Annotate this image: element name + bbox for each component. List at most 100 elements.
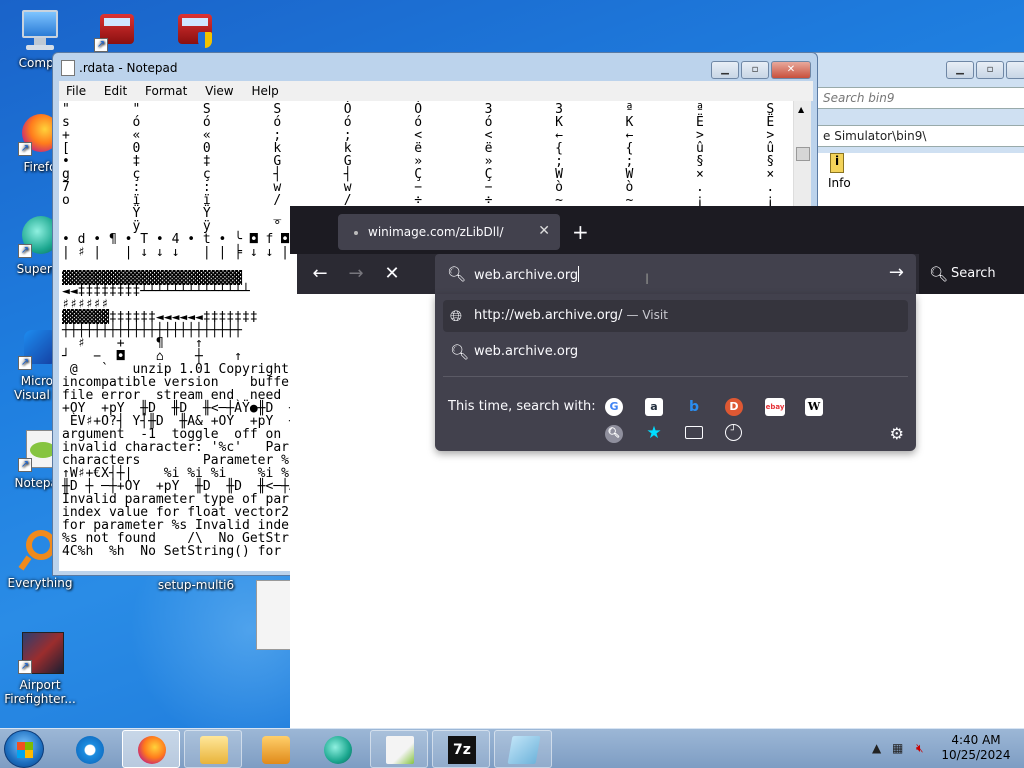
start-button[interactable] bbox=[4, 730, 44, 768]
maximize-button[interactable]: ▫ bbox=[976, 61, 1004, 79]
desktop-icon-firetruck-shield[interactable] bbox=[154, 8, 234, 56]
google-engine-icon[interactable]: G bbox=[605, 398, 623, 416]
notepad-icon bbox=[61, 60, 75, 76]
duckduckgo-engine-icon[interactable]: D bbox=[725, 398, 743, 416]
suggestion-search[interactable]: 🔍︎ web.archive.org bbox=[443, 336, 908, 368]
notepad-icon bbox=[507, 736, 541, 764]
desktop-icon-label: Airport Firefighter... bbox=[4, 678, 76, 706]
firefox-icon bbox=[138, 736, 166, 764]
airport-firefighter-icon: ↗ bbox=[18, 630, 64, 674]
menu-view[interactable]: View bbox=[198, 81, 240, 101]
info-label: Info bbox=[828, 176, 851, 190]
go-arrow-icon[interactable]: → bbox=[889, 262, 904, 283]
forward-arrow-icon[interactable]: → bbox=[343, 261, 369, 287]
close-tab-icon[interactable]: ✕ bbox=[538, 223, 550, 239]
back-arrow-icon[interactable]: ← bbox=[307, 261, 333, 287]
taskbar-internet-explorer[interactable] bbox=[60, 730, 118, 768]
close-button[interactable] bbox=[1006, 61, 1024, 79]
folder-icon bbox=[200, 736, 228, 764]
explorer-search-input[interactable]: Search bin9 bbox=[816, 87, 1024, 109]
menu-file[interactable]: File bbox=[59, 81, 93, 101]
search-with-label: This time, search with: bbox=[448, 399, 596, 414]
taskbar: 7z ▲ ▦ 🔇︎ 4:40 AM 10/25/2024 bbox=[0, 728, 1024, 768]
close-button[interactable]: ✕ bbox=[771, 61, 811, 79]
explorer-window[interactable]: ▁ ▫ Search bin9 e Simulator\bin9\ i Info bbox=[805, 52, 1024, 223]
taskbar-explorer[interactable] bbox=[184, 730, 242, 768]
divider bbox=[443, 376, 908, 377]
gear-icon[interactable]: ⚙ bbox=[890, 424, 904, 443]
firetruck-icon: ↗ bbox=[94, 8, 138, 52]
system-tray: ▲ ▦ 🔇︎ 4:40 AM 10/25/2024 bbox=[866, 729, 1024, 768]
taskbar-supermium[interactable] bbox=[308, 730, 366, 768]
volume-muted-icon[interactable]: 🔇︎ bbox=[916, 741, 924, 756]
amazon-engine-icon[interactable]: a bbox=[645, 398, 663, 416]
search-box[interactable]: 🔍︎ Search bbox=[919, 254, 1024, 294]
desktop-icon-label: setup-multi6 bbox=[157, 578, 235, 592]
scrollbar-thumb[interactable] bbox=[796, 147, 810, 161]
tab-winimage[interactable]: winimage.com/zLibDll/ ✕ bbox=[338, 214, 560, 250]
explorer-address-bar[interactable]: e Simulator\bin9\ bbox=[816, 125, 1024, 147]
media-player-icon bbox=[262, 736, 290, 764]
taskbar-media-player[interactable] bbox=[246, 730, 304, 768]
desktop-icon-label: Everything bbox=[7, 576, 73, 590]
minimize-button[interactable]: ▁ bbox=[946, 61, 974, 79]
bing-engine-icon[interactable]: b bbox=[685, 398, 703, 416]
new-tab-icon[interactable]: + bbox=[572, 220, 589, 244]
menu-bar: File Edit Format View Help bbox=[59, 81, 813, 101]
taskbar-notepad-plus[interactable] bbox=[370, 730, 428, 768]
tab-loading-icon bbox=[354, 231, 358, 235]
globe-icon: 🌐︎ bbox=[450, 307, 463, 325]
firefox-window[interactable]: winimage.com/zLibDll/ ✕ + ← → ✕ 🔍︎ web.a… bbox=[290, 206, 1024, 730]
tab-strip: winimage.com/zLibDll/ ✕ + bbox=[290, 206, 1024, 254]
suggestion-text: web.archive.org bbox=[474, 344, 579, 359]
minimize-button[interactable]: ▁ bbox=[711, 61, 739, 79]
menu-format[interactable]: Format bbox=[138, 81, 194, 101]
show-hidden-icons-icon[interactable]: ▲ bbox=[872, 741, 881, 755]
explorer-window-controls: ▁ ▫ bbox=[946, 61, 1024, 79]
url-suggestions-dropdown: 🌐︎ http://web.archive.org/ — Visit 🔍︎ we… bbox=[435, 294, 916, 451]
firetruck-shield-icon bbox=[172, 8, 216, 52]
notepad-plus-icon bbox=[386, 736, 414, 764]
menu-edit[interactable]: Edit bbox=[97, 81, 134, 101]
url-bar[interactable]: 🔍︎ web.archive.org → bbox=[435, 254, 916, 294]
menu-help[interactable]: Help bbox=[244, 81, 285, 101]
bookmarks-search-icon[interactable]: 🔍︎ bbox=[605, 425, 623, 443]
url-input[interactable]: web.archive.org bbox=[474, 266, 580, 283]
search-box-icon: 🔍︎ bbox=[929, 265, 949, 283]
computer-icon bbox=[18, 8, 62, 52]
text-caret bbox=[578, 266, 580, 282]
taskbar-notepad[interactable] bbox=[494, 730, 552, 768]
clock-time: 4:40 AM bbox=[951, 733, 1001, 747]
internet-explorer-icon bbox=[76, 736, 104, 764]
windows-logo-icon bbox=[17, 742, 33, 758]
scroll-up-arrow-icon[interactable]: ▲ bbox=[798, 105, 804, 114]
info-icon: i bbox=[830, 153, 844, 173]
taskbar-7zip[interactable]: 7z bbox=[432, 730, 490, 768]
search-icon: 🔍︎ bbox=[450, 343, 470, 361]
desktop-icon-firetruck[interactable]: ↗ bbox=[76, 8, 156, 56]
star-icon[interactable]: ★ bbox=[645, 424, 663, 442]
suggestion-text: http://web.archive.org/ bbox=[474, 308, 623, 323]
history-clock-icon[interactable]: ┘ bbox=[725, 424, 742, 441]
7zip-icon: 7z bbox=[448, 736, 476, 764]
ibeam-cursor-icon: I bbox=[645, 272, 650, 288]
suggestion-visit[interactable]: 🌐︎ http://web.archive.org/ — Visit bbox=[443, 300, 908, 332]
desktop-icon-airport-firefighter[interactable]: ↗ Airport Firefighter... bbox=[0, 630, 80, 706]
notepad-window-controls: ▁ ▫ ✕ bbox=[711, 61, 811, 79]
search-box-label: Search bbox=[951, 266, 996, 281]
taskbar-firefox[interactable] bbox=[122, 730, 180, 768]
clock[interactable]: 4:40 AM 10/25/2024 bbox=[940, 733, 1012, 763]
url-text: web.archive.org bbox=[474, 268, 579, 283]
tabs-icon[interactable] bbox=[685, 426, 703, 439]
tab-title: winimage.com/zLibDll/ bbox=[368, 225, 504, 239]
wikipedia-engine-icon[interactable]: W bbox=[805, 398, 823, 416]
suggestion-suffix: — Visit bbox=[626, 308, 668, 322]
search-icon: 🔍︎ bbox=[447, 265, 467, 283]
supermium-icon bbox=[324, 736, 352, 764]
ebay-engine-icon[interactable]: ebay bbox=[765, 398, 785, 416]
stop-icon[interactable]: ✕ bbox=[379, 261, 405, 287]
maximize-button[interactable]: ▫ bbox=[741, 61, 769, 79]
clock-date: 10/25/2024 bbox=[941, 748, 1011, 762]
network-icon[interactable]: ▦ bbox=[892, 741, 903, 755]
window-title: .rdata - Notepad bbox=[79, 61, 178, 75]
